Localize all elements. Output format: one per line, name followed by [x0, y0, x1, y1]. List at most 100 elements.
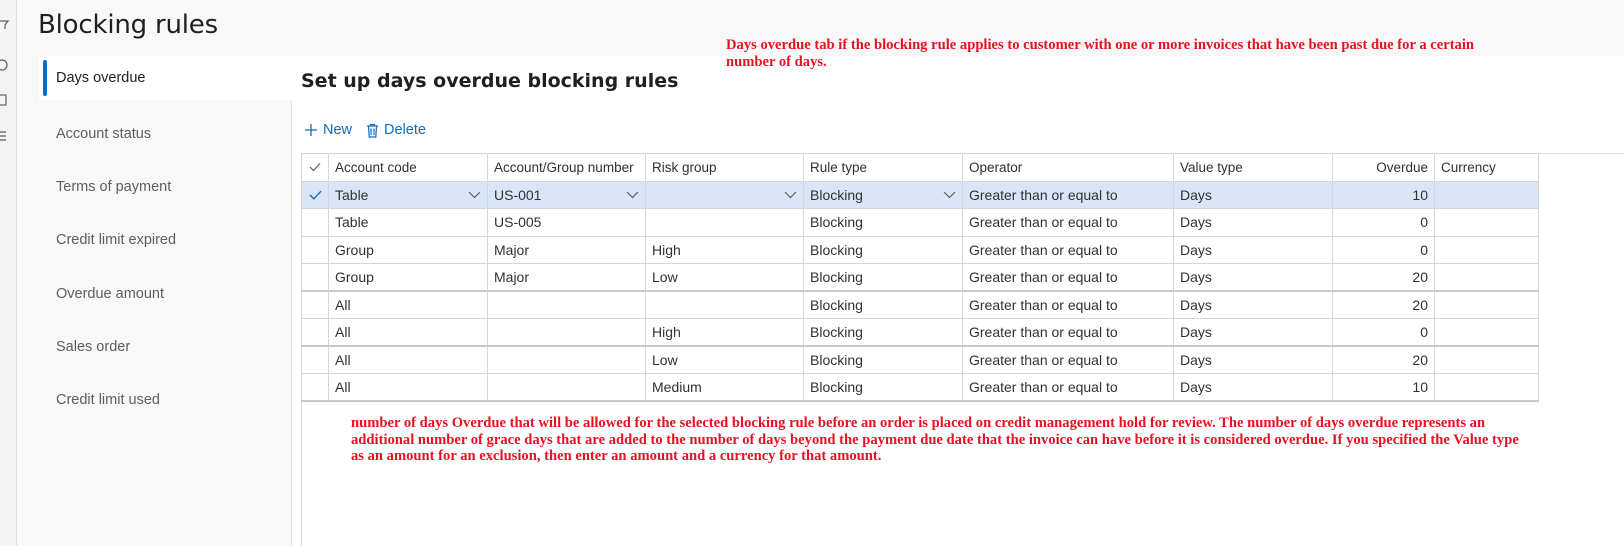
- account-code-dropdown[interactable]: Table: [328, 180, 488, 209]
- column-header-account-code[interactable]: Account code: [328, 153, 488, 182]
- operator-cell[interactable]: Greater than or equal to: [962, 290, 1174, 319]
- workspace-icon[interactable]: [0, 93, 10, 107]
- table-row[interactable]: Group Major Low Blocking Greater than or…: [301, 263, 1539, 292]
- tab-account-status[interactable]: Account status: [39, 112, 292, 156]
- risk-group-dropdown[interactable]: [645, 180, 804, 209]
- overdue-cell[interactable]: 0: [1332, 235, 1435, 264]
- account-group-number-cell[interactable]: [487, 318, 646, 347]
- account-group-number-cell[interactable]: [487, 290, 646, 319]
- rule-type-cell[interactable]: Blocking: [803, 208, 963, 237]
- rule-type-cell[interactable]: Blocking: [803, 235, 963, 264]
- risk-group-cell[interactable]: [645, 290, 804, 319]
- rule-type-cell[interactable]: Blocking: [803, 318, 963, 347]
- account-group-number-cell[interactable]: [487, 373, 646, 402]
- table-row[interactable]: All Low Blocking Greater than or equal t…: [301, 345, 1539, 374]
- risk-group-cell[interactable]: Medium: [645, 373, 804, 402]
- table-row[interactable]: Group Major High Blocking Greater than o…: [301, 235, 1539, 264]
- account-code-cell[interactable]: All: [328, 345, 488, 374]
- operator-cell[interactable]: Greater than or equal to: [962, 180, 1174, 209]
- account-group-number-cell[interactable]: Major: [487, 263, 646, 292]
- row-select-checkbox[interactable]: [301, 290, 329, 319]
- account-code-cell[interactable]: Group: [328, 235, 488, 264]
- operator-cell[interactable]: Greater than or equal to: [962, 345, 1174, 374]
- risk-group-cell[interactable]: High: [645, 318, 804, 347]
- value-type-cell[interactable]: Days: [1173, 263, 1333, 292]
- currency-cell[interactable]: [1434, 373, 1539, 402]
- rule-type-cell[interactable]: Blocking: [803, 290, 963, 319]
- tab-credit-limit-used[interactable]: Credit limit used: [39, 378, 292, 422]
- modules-icon[interactable]: [0, 129, 10, 143]
- value-type-cell[interactable]: Days: [1173, 318, 1333, 347]
- row-select-checkbox[interactable]: [301, 373, 329, 402]
- operator-cell[interactable]: Greater than or equal to: [962, 208, 1174, 237]
- table-row[interactable]: All Blocking Greater than or equal to Da…: [301, 290, 1539, 319]
- operator-cell[interactable]: Greater than or equal to: [962, 263, 1174, 292]
- account-group-number-cell[interactable]: US-005: [487, 208, 646, 237]
- filter-icon[interactable]: [0, 18, 10, 32]
- column-header-risk-group[interactable]: Risk group: [645, 153, 804, 182]
- overdue-cell[interactable]: 10: [1332, 373, 1435, 402]
- currency-cell[interactable]: [1434, 235, 1539, 264]
- account-group-number-cell[interactable]: Major: [487, 235, 646, 264]
- tab-sales-order[interactable]: Sales order: [39, 325, 292, 369]
- row-select-checkbox[interactable]: [301, 345, 329, 374]
- account-group-number-cell[interactable]: [487, 345, 646, 374]
- account-code-cell[interactable]: Table: [328, 208, 488, 237]
- account-code-cell[interactable]: All: [328, 290, 488, 319]
- currency-cell[interactable]: [1434, 318, 1539, 347]
- currency-cell[interactable]: [1434, 290, 1539, 319]
- value-type-cell[interactable]: Days: [1173, 208, 1333, 237]
- new-button[interactable]: New: [304, 122, 352, 138]
- operator-cell[interactable]: Greater than or equal to: [962, 318, 1174, 347]
- operator-cell[interactable]: Greater than or equal to: [962, 235, 1174, 264]
- currency-cell[interactable]: [1434, 345, 1539, 374]
- tab-days-overdue[interactable]: Days overdue: [39, 56, 292, 100]
- column-header-account-group-number[interactable]: Account/Group number: [487, 153, 646, 182]
- tab-overdue-amount[interactable]: Overdue amount: [39, 272, 292, 316]
- overdue-cell[interactable]: 0: [1332, 318, 1435, 347]
- column-header-overdue[interactable]: Overdue: [1332, 153, 1435, 182]
- row-select-checkbox[interactable]: [301, 208, 329, 237]
- rule-type-cell[interactable]: Blocking: [803, 373, 963, 402]
- operator-cell[interactable]: Greater than or equal to: [962, 373, 1174, 402]
- account-code-cell[interactable]: All: [328, 373, 488, 402]
- currency-cell[interactable]: [1434, 208, 1539, 237]
- column-header-currency[interactable]: Currency: [1434, 153, 1539, 182]
- currency-cell[interactable]: [1434, 180, 1539, 209]
- rule-type-dropdown[interactable]: Blocking: [803, 180, 963, 209]
- value-type-cell[interactable]: Days: [1173, 290, 1333, 319]
- tab-credit-limit-expired[interactable]: Credit limit expired: [39, 218, 292, 262]
- rule-type-cell[interactable]: Blocking: [803, 263, 963, 292]
- row-select-checkbox[interactable]: [301, 318, 329, 347]
- overdue-cell[interactable]: 20: [1332, 345, 1435, 374]
- account-code-cell[interactable]: Group: [328, 263, 488, 292]
- overdue-cell[interactable]: 20: [1332, 263, 1435, 292]
- table-row[interactable]: All Medium Blocking Greater than or equa…: [301, 373, 1539, 402]
- currency-cell[interactable]: [1434, 263, 1539, 292]
- overdue-cell[interactable]: 20: [1332, 290, 1435, 319]
- column-header-value-type[interactable]: Value type: [1173, 153, 1333, 182]
- select-all-checkbox[interactable]: [301, 153, 329, 182]
- account-code-cell[interactable]: All: [328, 318, 488, 347]
- row-select-checkbox[interactable]: [301, 180, 329, 209]
- value-type-cell[interactable]: Days: [1173, 180, 1333, 209]
- value-type-cell[interactable]: Days: [1173, 373, 1333, 402]
- table-row[interactable]: Table US-001 Blocking Greater than or eq…: [301, 180, 1539, 209]
- rule-type-cell[interactable]: Blocking: [803, 345, 963, 374]
- risk-group-cell[interactable]: Low: [645, 263, 804, 292]
- recent-icon[interactable]: [0, 58, 10, 72]
- tab-terms-of-payment[interactable]: Terms of payment: [39, 165, 292, 209]
- risk-group-cell[interactable]: Low: [645, 345, 804, 374]
- delete-button[interactable]: Delete: [366, 122, 426, 138]
- risk-group-cell[interactable]: High: [645, 235, 804, 264]
- overdue-cell[interactable]: 10: [1332, 180, 1435, 209]
- value-type-cell[interactable]: Days: [1173, 235, 1333, 264]
- risk-group-cell[interactable]: [645, 208, 804, 237]
- column-header-rule-type[interactable]: Rule type: [803, 153, 963, 182]
- account-group-number-dropdown[interactable]: US-001: [487, 180, 646, 209]
- value-type-cell[interactable]: Days: [1173, 345, 1333, 374]
- row-select-checkbox[interactable]: [301, 235, 329, 264]
- table-row[interactable]: Table US-005 Blocking Greater than or eq…: [301, 208, 1539, 237]
- table-row[interactable]: All High Blocking Greater than or equal …: [301, 318, 1539, 347]
- row-select-checkbox[interactable]: [301, 263, 329, 292]
